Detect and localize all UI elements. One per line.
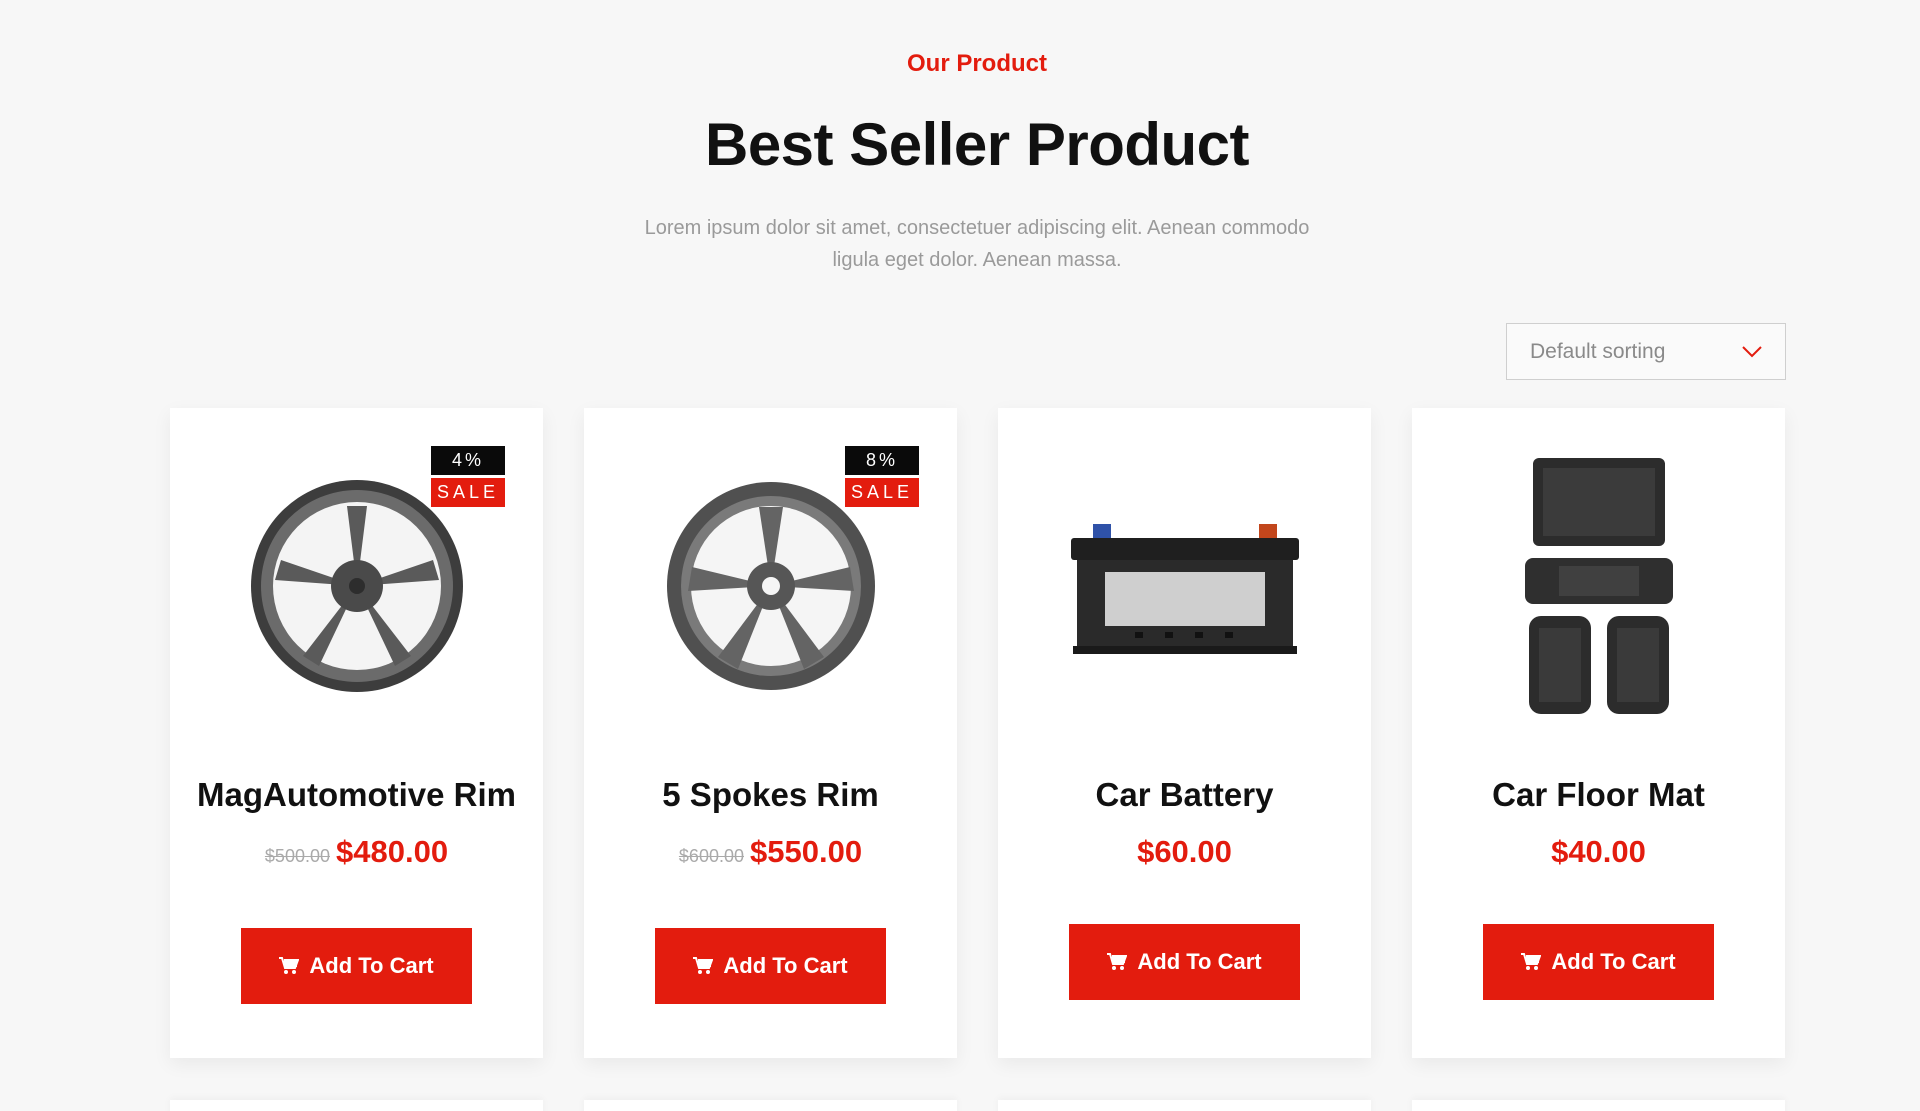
section-eyebrow: Our Product	[906, 50, 1047, 77]
sort-dropdown[interactable]: Default sorting	[1506, 323, 1786, 380]
add-to-cart-label: Add To Cart	[309, 953, 434, 978]
discount-badge: 4%	[431, 446, 505, 475]
product-card[interactable]: 8% SALE 5 Spokes Rim $600.00 $550.00 Add…	[584, 408, 957, 1058]
add-to-cart-label: Add To Cart	[1551, 949, 1676, 974]
add-to-cart-button[interactable]: Add To Cart	[241, 928, 472, 1004]
product-image[interactable]	[1412, 448, 1785, 728]
cart-icon	[1521, 953, 1542, 971]
add-to-cart-label: Add To Cart	[1137, 949, 1262, 974]
price-row: $600.00 $550.00	[584, 834, 957, 870]
product-card-partial	[584, 1100, 957, 1111]
cart-icon	[693, 957, 714, 975]
product-image[interactable]	[998, 448, 1371, 728]
current-price: $550.00	[750, 834, 863, 869]
sale-badge: SALE	[845, 478, 919, 507]
rim-icon	[247, 476, 467, 701]
add-to-cart-label: Add To Cart	[723, 953, 848, 978]
cart-icon	[279, 957, 300, 975]
section-subtitle: Lorem ipsum dolor sit amet, consectetuer…	[644, 217, 1310, 271]
current-price: $40.00	[1551, 834, 1646, 869]
cart-icon	[1107, 953, 1128, 971]
add-to-cart-button[interactable]: Add To Cart	[1483, 924, 1714, 1000]
sale-badge: SALE	[431, 478, 505, 507]
product-title[interactable]: Car Floor Mat	[1412, 776, 1785, 814]
floor-mat-icon	[1519, 456, 1679, 721]
sort-selected-value: Default sorting	[1530, 339, 1666, 363]
price-row: $500.00 $480.00	[170, 834, 543, 870]
page-title: Best Seller Product	[704, 111, 1250, 178]
product-card[interactable]: Car Battery $60.00 Add To Cart	[998, 408, 1371, 1058]
product-title[interactable]: 5 Spokes Rim	[584, 776, 957, 814]
price-row: $60.00	[998, 834, 1371, 870]
best-seller-section: Our Product Best Seller Product Lorem ip…	[0, 0, 1920, 1111]
rim-icon	[664, 479, 878, 698]
add-to-cart-button[interactable]: Add To Cart	[1069, 924, 1300, 1000]
product-title[interactable]: MagAutomotive Rim	[170, 776, 543, 814]
old-price: $600.00	[678, 846, 744, 866]
product-card[interactable]: 4% SALE MagAutomotive Rim $500.00 $480.0…	[170, 408, 543, 1058]
old-price: $500.00	[264, 846, 330, 866]
product-card-partial	[170, 1100, 543, 1111]
add-to-cart-button[interactable]: Add To Cart	[655, 928, 886, 1004]
product-card-partial	[998, 1100, 1371, 1111]
product-card-partial	[1412, 1100, 1785, 1111]
battery-icon	[1065, 516, 1305, 661]
product-card[interactable]: Car Floor Mat $40.00 Add To Cart	[1412, 408, 1785, 1058]
price-row: $40.00	[1412, 834, 1785, 870]
chevron-down-icon	[1741, 345, 1763, 359]
discount-badge: 8%	[845, 446, 919, 475]
current-price: $60.00	[1137, 834, 1232, 869]
current-price: $480.00	[336, 834, 449, 869]
product-title[interactable]: Car Battery	[998, 776, 1371, 814]
